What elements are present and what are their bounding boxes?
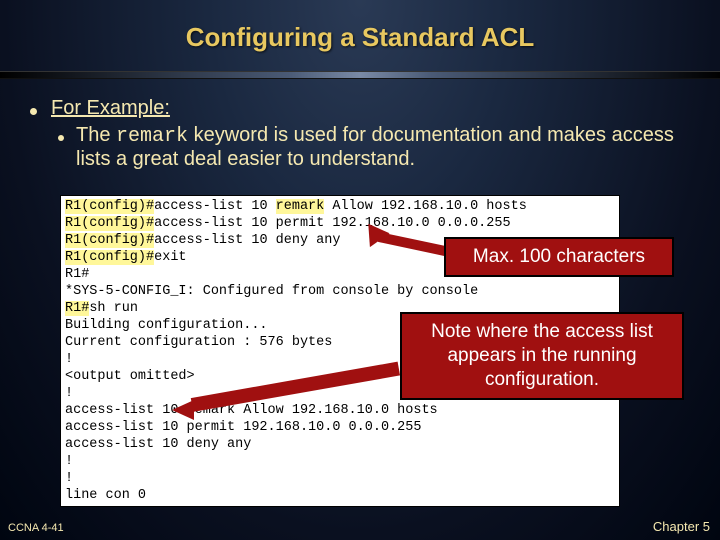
bullet-sub-text: The remark keyword is used for documenta… [76, 124, 690, 171]
output-line: access-list 10 remark Allow 192.168.10.0… [65, 402, 615, 419]
output-line: ! [65, 453, 615, 470]
output-line: access-list 10 permit 192.168.10.0 0.0.0… [65, 419, 615, 436]
title-divider [0, 71, 720, 79]
slide-title: Configuring a Standard ACL [0, 0, 720, 53]
callout-max-chars: Max. 100 characters [444, 237, 674, 277]
callout-running-config: Note where the access list appears in th… [400, 312, 684, 400]
cmd: exit [154, 250, 186, 265]
output-line: access-list 10 deny any [65, 436, 615, 453]
bullet-sub: The remark keyword is used for documenta… [58, 124, 690, 171]
prompt: R1(config)# [65, 250, 154, 265]
bullet-main-text: For Example: [51, 97, 170, 120]
code-keyword: remark [116, 125, 188, 148]
cmd: access-list 10 permit 192.168.10.0 0.0.0… [154, 216, 510, 231]
prompt: R1(config)# [65, 233, 154, 248]
prompt: R1# [65, 301, 89, 316]
bullet-icon [30, 108, 37, 115]
text: The [76, 124, 116, 146]
arrow-head-icon [172, 400, 194, 420]
bullet-icon [58, 135, 64, 141]
prompt: R1(config)# [65, 216, 154, 231]
content-area: For Example: The remark keyword is used … [0, 79, 720, 171]
cmd: access-list 10 [154, 199, 276, 214]
footer-right: Chapter 5 [653, 519, 710, 534]
bullet-main: For Example: [30, 97, 690, 120]
output-line: *SYS-5-CONFIG_I: Configured from console… [65, 283, 615, 300]
cmd: Allow 192.168.10.0 hosts [324, 199, 527, 214]
keyword-remark: remark [276, 199, 325, 214]
footer-left: CCNA 4-41 [8, 522, 64, 534]
prompt: R1(config)# [65, 199, 154, 214]
output-line: ! [65, 470, 615, 487]
output-line: line con 0 [65, 487, 615, 504]
cmd: access-list 10 deny any [154, 233, 340, 248]
cmd: sh run [89, 301, 138, 316]
